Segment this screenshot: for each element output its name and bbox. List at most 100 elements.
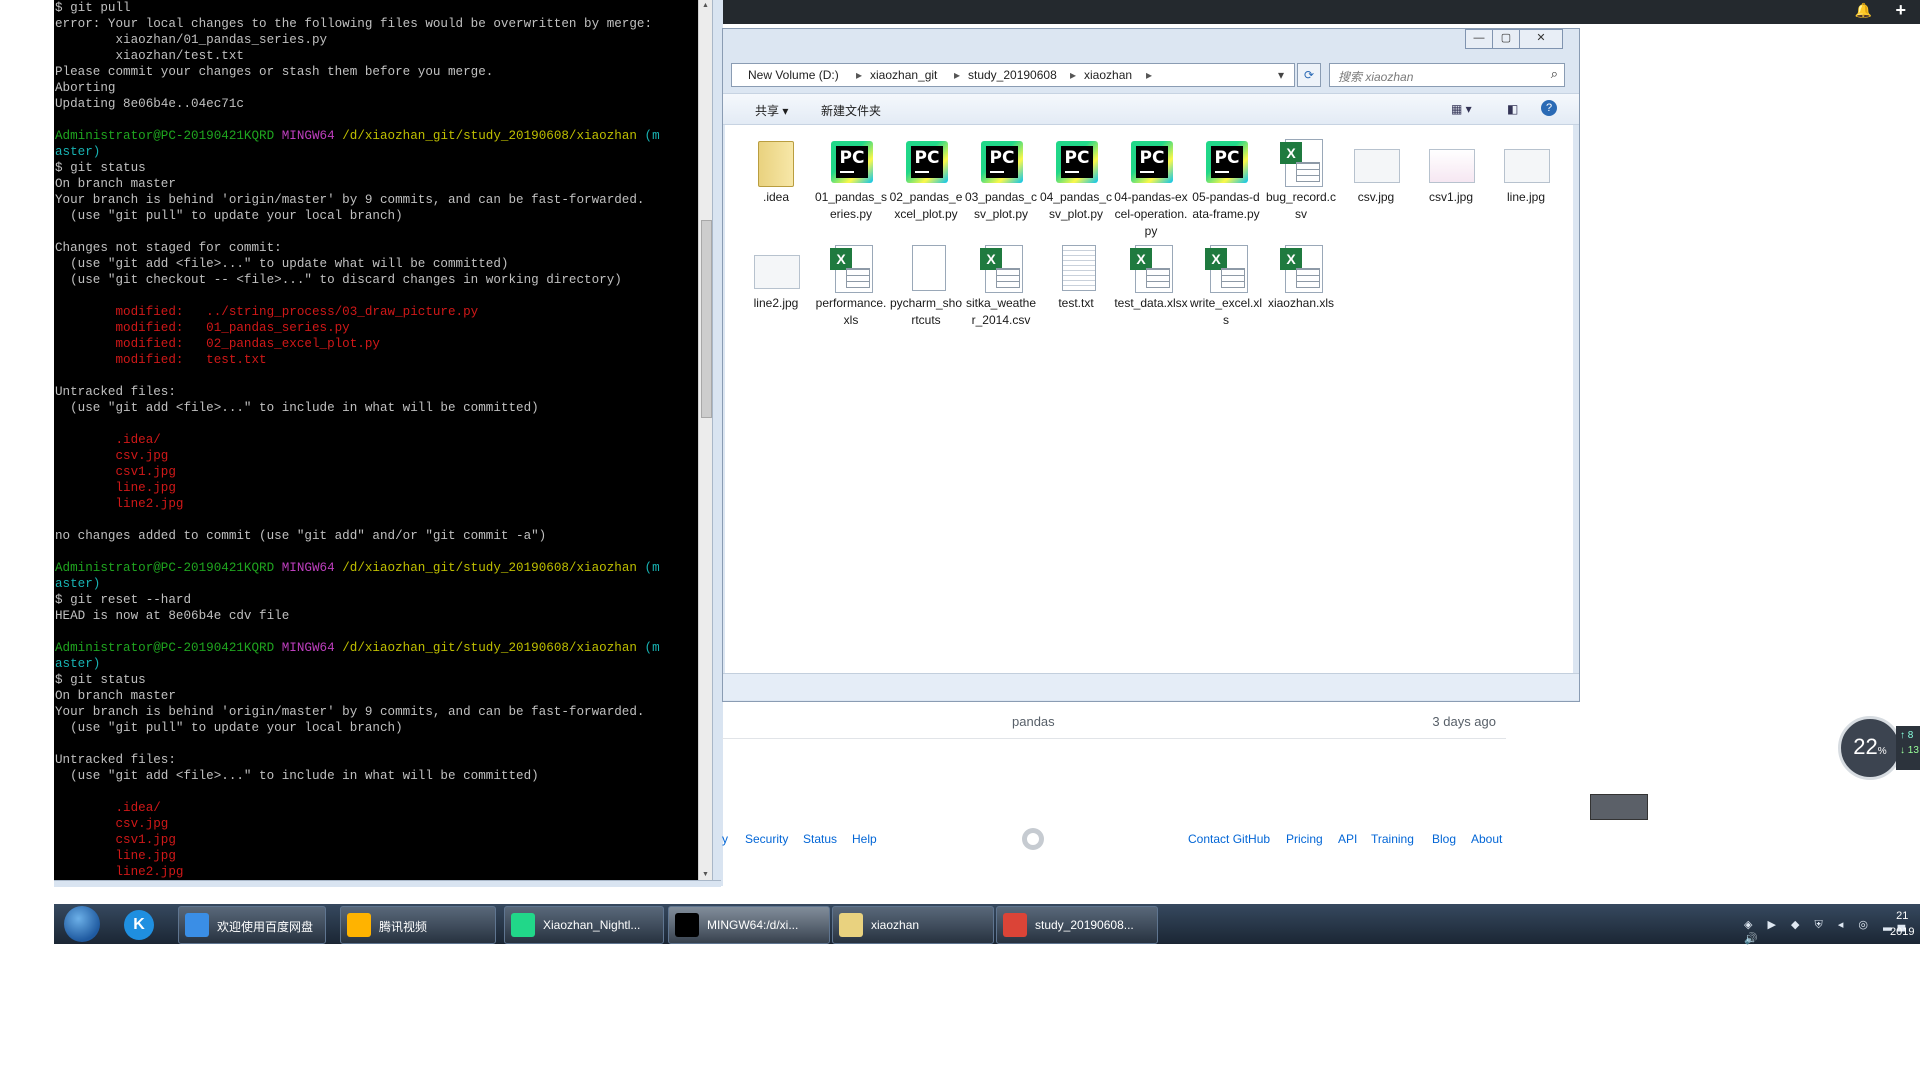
- scrollbar-thumb[interactable]: [701, 220, 712, 418]
- file-item[interactable]: Xxiaozhan.xls: [1264, 245, 1338, 312]
- terminal-text: Administrator@PC-20190421KQRD: [55, 641, 282, 655]
- search-icon[interactable]: ⌕: [1551, 66, 1558, 82]
- preview-pane-icon[interactable]: ◧: [1507, 102, 1518, 116]
- app-icon: [347, 913, 371, 937]
- terminal-text: Administrator@PC-20190421KQRD: [55, 561, 282, 575]
- help-icon[interactable]: ?: [1541, 100, 1557, 116]
- footer-link-security[interactable]: Security: [745, 832, 788, 846]
- taskbar-button[interactable]: MINGW64:/d/xi...: [668, 906, 830, 944]
- terminal-line: aster): [55, 576, 698, 592]
- close-button[interactable]: ✕: [1519, 29, 1563, 49]
- terminal-line: Aborting: [55, 80, 698, 96]
- file-explorer-window[interactable]: — ▢ ✕ New Volume (D:) ▸ xiaozhan_git ▸ s…: [722, 28, 1580, 702]
- breadcrumb-xiaozhan-git[interactable]: xiaozhan_git: [870, 68, 937, 82]
- breadcrumb-separator-icon[interactable]: ▸: [856, 68, 862, 82]
- file-item[interactable]: pycharm_shortcuts: [889, 245, 963, 329]
- refresh-icon[interactable]: ⟳: [1297, 63, 1321, 87]
- network-speed-widget[interactable]: 22%: [1838, 716, 1902, 780]
- new-folder-button[interactable]: 新建文件夹: [821, 102, 881, 119]
- file-item[interactable]: Xtest_data.xlsx: [1114, 245, 1188, 312]
- footer-link-training[interactable]: Training: [1371, 832, 1414, 846]
- taskbar-label: xiaozhan: [871, 918, 920, 932]
- github-octocat-icon[interactable]: [1022, 828, 1044, 850]
- terminal-output: $ git pull error: Your local changes to t…: [54, 0, 698, 880]
- file-item[interactable]: PC 04_pandas_csv_plot.py: [1039, 139, 1113, 223]
- terminal-line: (use "git add <file>..." to update what …: [55, 256, 698, 272]
- terminal-text: $ git status: [55, 161, 146, 175]
- taskbar-button[interactable]: xiaozhan: [832, 906, 994, 944]
- breadcrumb-drive[interactable]: New Volume (D:): [748, 68, 839, 82]
- footer-link-about[interactable]: About: [1471, 832, 1502, 846]
- share-menu-button[interactable]: 共享 ▾: [755, 102, 788, 119]
- scroll-up-arrow-icon[interactable]: ▲: [702, 2, 709, 9]
- footer-link-help[interactable]: Help: [852, 832, 877, 846]
- address-dropdown-icon[interactable]: ▾: [1278, 68, 1284, 82]
- breadcrumb-separator-icon[interactable]: ▸: [1070, 68, 1076, 82]
- taskbar-button[interactable]: 欢迎使用百度网盘: [178, 906, 326, 944]
- breadcrumb-separator-icon[interactable]: ▸: [954, 68, 960, 82]
- footer-link-blog[interactable]: Blog: [1432, 832, 1456, 846]
- clock-time: 21: [1896, 910, 1909, 922]
- file-item[interactable]: Xbug_record.csv: [1264, 139, 1338, 223]
- footer-link-contact[interactable]: Contact GitHub: [1188, 832, 1270, 846]
- file-item[interactable]: PC 02_pandas_excel_plot.py: [889, 139, 963, 223]
- download-speed: ↓ 13: [1900, 745, 1919, 756]
- terminal-text: MINGW64: [281, 641, 343, 655]
- minimize-button[interactable]: —: [1465, 29, 1493, 49]
- file-item[interactable]: Xsitka_weather_2014.csv: [964, 245, 1038, 329]
- terminal-text: Updating 8e06b4e..04ec71c: [55, 97, 244, 111]
- clock-date: 2019: [1890, 926, 1915, 938]
- address-bar[interactable]: New Volume (D:) ▸ xiaozhan_git ▸ study_2…: [731, 63, 1295, 87]
- notification-bell-icon[interactable]: 🔔: [1855, 2, 1872, 19]
- breadcrumb-study[interactable]: study_20190608: [968, 68, 1057, 82]
- terminal-text: Your branch is behind 'origin/master' by…: [55, 193, 645, 207]
- taskbar-button[interactable]: 腾讯视频: [340, 906, 496, 944]
- taskbar-button[interactable]: Xiaozhan_Nightl...: [504, 906, 664, 944]
- terminal-line: $ git status: [55, 672, 698, 688]
- footer-truncated-link[interactable]: y: [722, 832, 728, 846]
- taskbar-button[interactable]: study_20190608...: [996, 906, 1158, 944]
- search-box[interactable]: 搜索 xiaozhan ⌕: [1329, 63, 1565, 87]
- commit-row[interactable]: pandas 3 days ago: [722, 706, 1506, 739]
- file-item[interactable]: .idea: [739, 139, 813, 206]
- floating-toolbar[interactable]: [1590, 794, 1648, 820]
- file-item[interactable]: Xwrite_excel.xls: [1189, 245, 1263, 329]
- file-item[interactable]: line2.jpg: [739, 245, 813, 312]
- file-item[interactable]: PC 01_pandas_series.py: [814, 139, 888, 223]
- start-button[interactable]: [64, 906, 100, 942]
- footer-link-api[interactable]: API: [1338, 832, 1357, 846]
- breadcrumb-xiaozhan[interactable]: xiaozhan: [1084, 68, 1132, 82]
- terminal-line: Administrator@PC-20190421KQRD MINGW64 /d…: [55, 640, 698, 656]
- file-name: .idea: [762, 190, 790, 204]
- commit-message[interactable]: pandas: [1012, 714, 1055, 729]
- view-options-icon[interactable]: ▦ ▾: [1451, 102, 1472, 116]
- maximize-button[interactable]: ▢: [1492, 29, 1520, 49]
- file-item[interactable]: PC 03_pandas_csv_plot.py: [964, 139, 1038, 223]
- file-item[interactable]: csv.jpg: [1339, 139, 1413, 206]
- file-item[interactable]: csv1.jpg: [1414, 139, 1488, 206]
- terminal-scrollbar[interactable]: ▲ ▼: [698, 0, 713, 880]
- scroll-down-arrow-icon[interactable]: ▼: [702, 871, 709, 878]
- excel-file-icon: X: [827, 245, 875, 293]
- terminal-text: line2.jpg: [55, 865, 184, 879]
- file-item[interactable]: test.txt: [1039, 245, 1113, 312]
- terminal-line: csv1.jpg: [55, 464, 698, 480]
- file-item[interactable]: line.jpg: [1489, 139, 1563, 206]
- kugou-k-icon[interactable]: K: [124, 910, 154, 940]
- commit-age: 3 days ago: [1432, 714, 1496, 729]
- file-item[interactable]: PC 04-pandas-excel-operation.py: [1114, 139, 1188, 240]
- terminal-line: (use "git add <file>..." to include in w…: [55, 400, 698, 416]
- terminal-line: $ git status: [55, 160, 698, 176]
- folder-icon: [752, 139, 800, 187]
- system-clock[interactable]: 21 2019: [1890, 908, 1914, 940]
- git-bash-terminal[interactable]: $ git pull error: Your local changes to t…: [54, 0, 698, 880]
- create-new-plus-icon[interactable]: +: [1895, 0, 1906, 21]
- file-item[interactable]: Xperformance.xls: [814, 245, 888, 329]
- breadcrumb-separator-icon[interactable]: ▸: [1146, 68, 1152, 82]
- footer-link-pricing[interactable]: Pricing: [1286, 832, 1323, 846]
- terminal-text: (use "git pull" to update your local bra…: [55, 721, 403, 735]
- footer-link-status[interactable]: Status: [803, 832, 837, 846]
- file-item[interactable]: PC 05-pandas-data-frame.py: [1189, 139, 1263, 223]
